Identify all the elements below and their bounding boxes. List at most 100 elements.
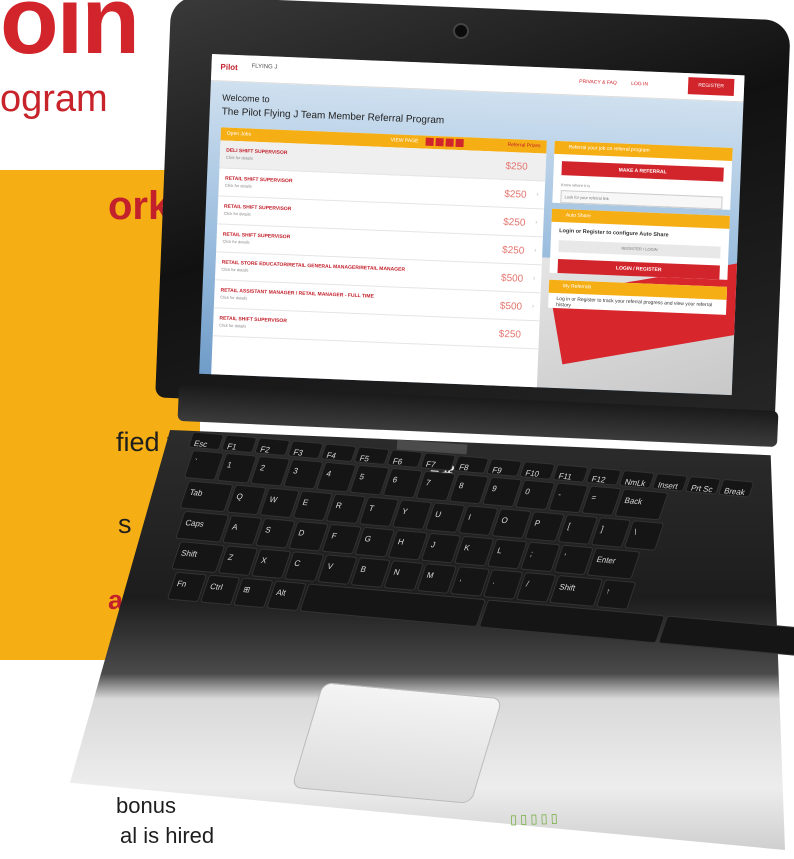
my-referrals-title: My Referrals [562,283,592,291]
promo-footer-1: bonus [116,793,176,818]
key[interactable]: NmLk [618,470,656,489]
page-2-button[interactable] [435,138,444,147]
key-label: 8 [457,481,465,491]
promo-footer-2: al is hired [120,823,215,848]
key-label: = [590,492,598,503]
key[interactable]: F3 [287,440,324,460]
webcam-icon [453,23,469,39]
auto-share-header: Auto Share [551,208,730,229]
key-label: 1 [225,460,234,470]
page-1-button[interactable] [425,137,434,146]
key-label: [ [566,521,572,531]
key-label: Shift [179,548,199,559]
chevron-right-icon: › [532,275,536,283]
program-title: The Pilot Flying J Team Member Referral … [221,106,445,127]
key[interactable]: ↑ [595,579,637,610]
key-label: , [458,573,464,583]
pilot-logo[interactable]: Pilot [220,62,238,72]
key-label: H [396,537,406,547]
key-label: Tab [188,487,204,498]
key[interactable]: F9 [486,458,523,477]
key-label: F11 [557,471,574,482]
key-label: 0 [523,486,532,497]
register-button[interactable]: REGISTER [687,77,735,96]
key-label: ` [192,457,199,467]
key-label: ⊞ [241,584,252,595]
key-label: Prt Sc [689,483,714,495]
refer-card: Referral your job on referral program MA… [552,140,733,210]
refer-card-title: Referral your job on referral program [568,144,650,154]
job-bonus: $250 [504,188,527,201]
chevron-right-icon: › [535,219,538,227]
key[interactable]: Shift [170,541,226,574]
key-label: F4 [325,450,338,461]
key-label: ] [599,524,605,534]
key-label: F5 [358,453,371,464]
key-label: Shift [557,582,577,593]
key[interactable]: Back [614,488,669,521]
job-sub: Click for details [221,266,249,273]
flying-j-logo[interactable]: FLYING J [251,64,277,71]
jobs-panel: Open Jobs VIEW PAGE Referral Prizes DELI… [211,127,547,391]
key-label: F8 [457,462,470,473]
key[interactable]: Enter [586,547,641,580]
login-register-button[interactable]: LOGIN / REGISTER [557,259,720,280]
auto-share-field[interactable]: REGISTER / LOGIN [558,240,721,259]
key-label: . [491,576,497,586]
job-bonus: $250 [498,328,522,341]
nav-privacy-faq[interactable]: PRIVACY & FAQ [579,79,617,87]
key[interactable]: Caps [175,510,230,543]
key-label: J [429,540,437,550]
key-label: I [467,512,473,522]
key[interactable]: F6 [386,449,424,469]
key-label: U [433,509,443,520]
key-label: F1 [225,441,238,452]
key[interactable]: Shift [549,574,604,607]
key-label: - [556,489,563,500]
job-title: RETAIL STORE EDUCATOR/RETAIL GENERAL MAN… [221,259,406,273]
page-3-button[interactable] [445,138,454,147]
key-label: N [392,567,401,578]
key[interactable]: Insert [651,472,689,492]
key-label: 6 [391,475,399,485]
key[interactable]: Esc [187,431,225,451]
key[interactable] [478,599,666,644]
key-label: F10 [524,468,541,479]
key[interactable]: F8 [452,455,490,474]
key[interactable]: F4 [320,443,357,463]
key-label: W [268,494,279,505]
key-label: O [500,515,510,526]
key[interactable]: F10 [519,461,556,480]
key-label: Y [400,506,409,517]
make-referral-button[interactable]: MAKE A REFERRAL [561,161,724,182]
key[interactable]: Break [717,478,755,498]
my-referrals-text: Log in or Register to track your referra… [556,296,713,309]
key[interactable]: F5 [353,446,391,466]
key-label: Q [235,491,245,502]
key[interactable]: F11 [552,464,589,483]
page-4-button[interactable] [455,138,464,148]
key-label: Z [226,552,235,563]
key[interactable]: \ [623,520,665,551]
key-label: F6 [391,456,404,467]
key-label: A [230,522,240,532]
touchpad[interactable] [291,682,503,804]
key-label: X [259,555,268,566]
key-label: Insert [656,480,680,492]
key[interactable]: Tab [179,480,234,513]
auto-share-text: Login or Register to configure Auto Shar… [559,228,669,239]
key[interactable]: F1 [220,434,258,454]
my-referrals-card: My Referrals Log in or Register to track… [548,279,728,315]
key-label: Break [722,486,747,498]
key[interactable]: Prt Sc [684,475,722,495]
key[interactable]: F2 [254,437,291,457]
key-label: Esc [192,438,209,450]
promo-headline: oin [0,0,140,74]
key[interactable]: F7 [419,452,457,471]
key[interactable]: F12 [585,467,622,486]
referral-prizes-link[interactable]: Referral Prizes [507,142,540,149]
nav-login[interactable]: LOG IN [631,81,648,88]
key-label: T [367,503,376,514]
referral-search-input[interactable]: Look for your referral link [560,190,723,210]
job-bonus: $250 [501,244,525,257]
